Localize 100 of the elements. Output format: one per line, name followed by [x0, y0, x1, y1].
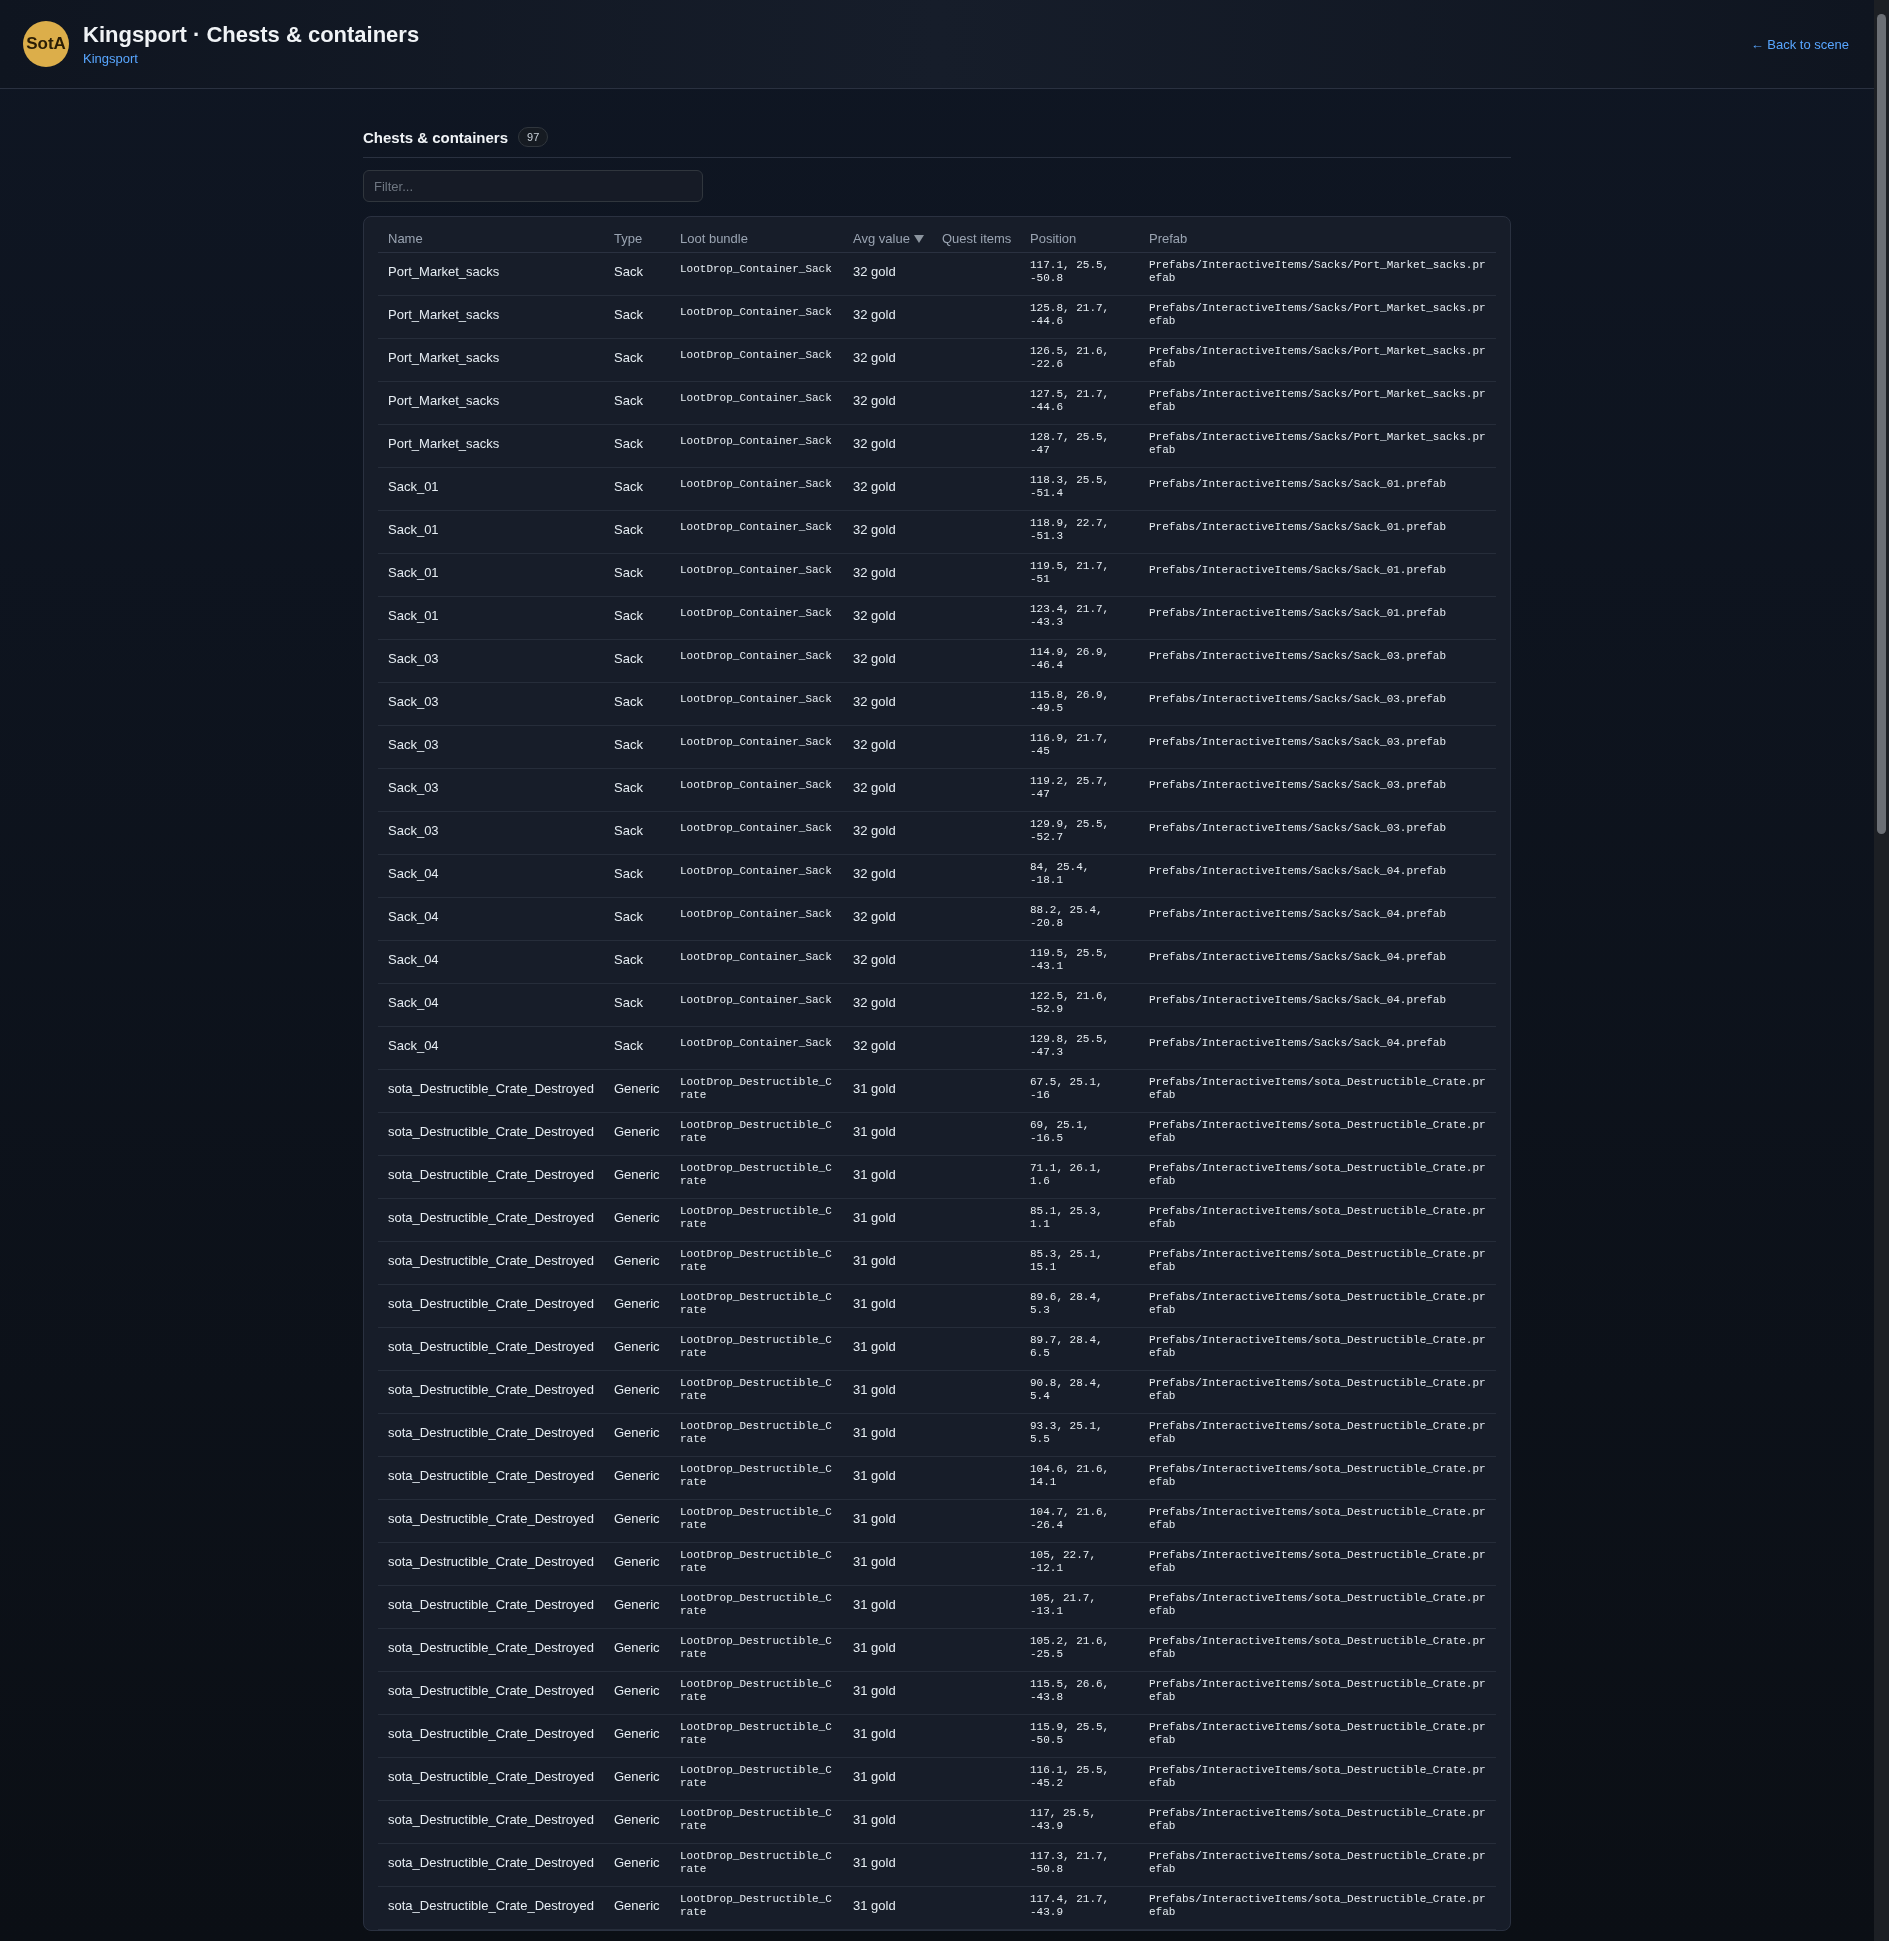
table-cell: sota_Destructible_Crate_Destroyed	[388, 1554, 594, 1569]
table-cell: 32 gold	[853, 264, 896, 279]
table-cell: LootDrop_Destructible_Crate	[680, 1850, 833, 1876]
table-cell: Port_Market_sacks	[388, 436, 500, 451]
table-cell: LootDrop_Container_Sack	[680, 263, 832, 276]
table-cell: Port_Market_sacks	[388, 350, 500, 365]
table-cell: Port_Market_sacks	[388, 307, 500, 322]
table-cell: 31 gold	[853, 1554, 896, 1569]
table-cell: sota_Destructible_Crate_Destroyed	[388, 1640, 594, 1655]
filter-field[interactable]: Filter...	[363, 170, 703, 202]
table-cell-text: 85.1, 25.3, 1.1	[1030, 1205, 1104, 1231]
table-cell: LootDrop_Destructible_Crate	[680, 1463, 833, 1489]
table-cell: LootDrop_Destructible_Crate	[680, 1807, 833, 1833]
table-cell: LootDrop_Container_Sack	[680, 693, 832, 706]
table-cell: 31 gold	[853, 1898, 896, 1913]
table-cell: Prefabs/InteractiveItems/Sacks/Sack_04.prefab	[1149, 994, 1447, 1007]
column-header[interactable]: Prefab	[1149, 231, 1188, 246]
table-cell: Generic	[614, 1640, 660, 1655]
table-cell: Sack_03	[388, 651, 439, 666]
table-cell-text: 85.3, 25.1, 15.1	[1030, 1248, 1104, 1274]
scrollbar-thumb[interactable]	[1877, 14, 1886, 834]
table-cell: Generic	[614, 1210, 660, 1225]
table-cell-text: 104.6, 21.6, 14.1	[1030, 1463, 1111, 1489]
table-cell: Generic	[614, 1812, 660, 1827]
table-cell: Sack	[614, 737, 643, 752]
table-cell-text: 118.9, 22.7, -51.3	[1030, 517, 1111, 543]
table-cell-text: 123.4, 21.7, -43.3	[1030, 603, 1111, 629]
table-cell: Generic	[614, 1554, 660, 1569]
table-cell: LootDrop_Destructible_Crate	[680, 1162, 833, 1188]
column-header[interactable]: Avg value	[853, 231, 924, 246]
table-cell: Prefabs/InteractiveItems/sota_Destructible_Crate.prefab	[1149, 1162, 1486, 1188]
table-cell: Sack	[614, 393, 643, 408]
column-header[interactable]: Position	[1030, 231, 1077, 246]
table-cell: Prefabs/InteractiveItems/Sacks/Sack_04.prefab	[1149, 951, 1447, 964]
table-cell-text: 84, 25.4, -18.1	[1030, 861, 1091, 887]
column-header[interactable]: Loot bundle	[680, 231, 748, 246]
table-cell: Generic	[614, 1769, 660, 1784]
table-cell: LootDrop_Container_Sack	[680, 951, 832, 964]
table-cell-text: 115.5, 26.6, -43.8	[1030, 1678, 1111, 1704]
table-cell: Sack	[614, 952, 643, 967]
table-cell: LootDrop_Destructible_Crate	[680, 1678, 833, 1704]
table-cell: Prefabs/InteractiveItems/sota_Destructible_Crate.prefab	[1149, 1635, 1486, 1661]
table-cell: Generic	[614, 1597, 660, 1612]
table-cell: sota_Destructible_Crate_Destroyed	[388, 1468, 594, 1483]
column-header[interactable]: Name	[388, 231, 423, 246]
table-cell: LootDrop_Destructible_Crate	[680, 1549, 833, 1575]
table-cell: Sack_04	[388, 1038, 439, 1053]
table-cell: 32 gold	[853, 780, 896, 795]
table-cell-text: 88.2, 25.4, -20.8	[1030, 904, 1104, 930]
breadcrumb-link[interactable]: Kingsport	[83, 51, 420, 66]
table-cell: Prefabs/InteractiveItems/Sacks/Sack_01.prefab	[1149, 564, 1447, 577]
table-cell: Sack_01	[388, 522, 439, 537]
table-cell: LootDrop_Container_Sack	[680, 908, 832, 921]
table-cell: LootDrop_Destructible_Crate	[680, 1721, 833, 1747]
table-cell: Prefabs/InteractiveItems/Sacks/Sack_03.prefab	[1149, 822, 1447, 835]
table-cell: Sack_01	[388, 565, 439, 580]
table-cell: sota_Destructible_Crate_Destroyed	[388, 1898, 594, 1913]
column-header[interactable]: Type	[614, 231, 643, 246]
table-cell: Prefabs/InteractiveItems/Sacks/Port_Market_sacks.prefab	[1149, 259, 1486, 285]
column-header[interactable]: Quest items	[942, 231, 1012, 246]
table-cell: Prefabs/InteractiveItems/sota_Destructible_Crate.prefab	[1149, 1721, 1486, 1747]
table-cell: Generic	[614, 1726, 660, 1741]
table-cell: Prefabs/InteractiveItems/sota_Destructible_Crate.prefab	[1149, 1850, 1486, 1876]
table-cell: Generic	[614, 1468, 660, 1483]
table-cell: LootDrop_Destructible_Crate	[680, 1291, 833, 1317]
table-cell-text: 122.5, 21.6, -52.9	[1030, 990, 1111, 1016]
table-cell: LootDrop_Destructible_Crate	[680, 1377, 833, 1403]
table-cell-text: 104.7, 21.6, -26.4	[1030, 1506, 1111, 1532]
table-cell: sota_Destructible_Crate_Destroyed	[388, 1683, 594, 1698]
table-cell-text: 117.3, 21.7, -50.8	[1030, 1850, 1111, 1876]
table-cell: Sack	[614, 995, 643, 1010]
table-cell-text: 116.1, 25.5, -45.2	[1030, 1764, 1111, 1790]
table-cell: Port_Market_sacks	[388, 393, 500, 408]
table-cell: sota_Destructible_Crate_Destroyed	[388, 1339, 594, 1354]
table-cell: Sack	[614, 307, 643, 322]
table-cell: LootDrop_Container_Sack	[680, 1037, 832, 1050]
page-title: Kingsport · Chests & containers	[83, 22, 420, 48]
table-cell: 31 gold	[853, 1210, 896, 1225]
back-link[interactable]: ← Back to scene	[1750, 36, 1849, 52]
scrollbar[interactable]	[1874, 0, 1889, 1941]
table-cell: Sack_04	[388, 866, 439, 881]
table-cell: Generic	[614, 1382, 660, 1397]
table-cell: LootDrop_Container_Sack	[680, 392, 832, 405]
table-cell: 31 gold	[853, 1468, 896, 1483]
table-cell: Generic	[614, 1081, 660, 1096]
table-cell-text: 115.9, 25.5, -50.5	[1030, 1721, 1111, 1747]
table-cell: Prefabs/InteractiveItems/sota_Destructible_Crate.prefab	[1149, 1334, 1486, 1360]
table-cell: Prefabs/InteractiveItems/Sacks/Sack_03.prefab	[1149, 779, 1447, 792]
table-cell: Generic	[614, 1339, 660, 1354]
table-cell: 31 gold	[853, 1081, 896, 1096]
table-cell: LootDrop_Container_Sack	[680, 521, 832, 534]
table-cell: Prefabs/InteractiveItems/sota_Destructible_Crate.prefab	[1149, 1807, 1486, 1833]
table-cell: Sack	[614, 479, 643, 494]
table-cell: sota_Destructible_Crate_Destroyed	[388, 1081, 594, 1096]
table-cell: sota_Destructible_Crate_Destroyed	[388, 1382, 594, 1397]
table-cell-text: 128.7, 25.5, -47	[1030, 431, 1111, 457]
table-cell: Prefabs/InteractiveItems/Sacks/Sack_04.prefab	[1149, 908, 1447, 921]
table-cell: Sack_03	[388, 780, 439, 795]
table-cell: LootDrop_Container_Sack	[680, 779, 832, 792]
table-cell: 31 gold	[853, 1511, 896, 1526]
